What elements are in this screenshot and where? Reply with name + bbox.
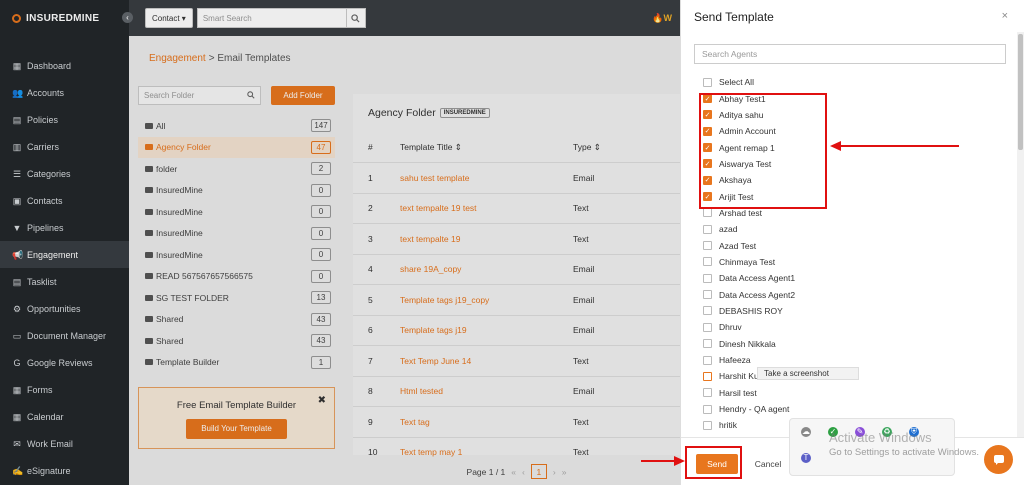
agent-checkbox-row[interactable]: Data Access Agent1 bbox=[703, 270, 795, 286]
select-all-checkbox-row[interactable]: Select All bbox=[703, 74, 795, 90]
agent-checkbox-row[interactable]: Hafeeza bbox=[703, 352, 795, 368]
agent-checkbox-row[interactable]: Harsil test bbox=[703, 385, 795, 401]
agent-checkbox-row[interactable]: hritik bbox=[703, 417, 795, 433]
agent-name: Harsil test bbox=[719, 387, 757, 398]
checkbox[interactable] bbox=[703, 224, 712, 234]
agent-name: Dhruv bbox=[719, 322, 742, 333]
checkbox[interactable] bbox=[703, 77, 712, 87]
agent-name: Hafeeza bbox=[719, 355, 751, 366]
agent-checkbox-row[interactable]: Hendry - QA agent bbox=[703, 401, 795, 417]
send-template-drawer: Send Template × Search Agents Select All… bbox=[680, 0, 1024, 485]
checkbox[interactable] bbox=[703, 404, 712, 414]
modal-overlay[interactable] bbox=[0, 0, 680, 485]
agent-name: Dinesh Nikkala bbox=[719, 338, 776, 349]
activate-windows-title: Activate Windows bbox=[829, 430, 932, 445]
agent-name: DEBASHIS ROY bbox=[719, 305, 783, 316]
search-agents-input[interactable]: Search Agents bbox=[694, 44, 1006, 64]
screenshot-tooltip: Take a screenshot bbox=[757, 367, 859, 380]
agent-checkbox-row[interactable]: Chinmaya Test bbox=[703, 254, 795, 270]
cancel-button[interactable]: Cancel bbox=[747, 454, 789, 474]
agent-name: Data Access Agent2 bbox=[719, 289, 796, 300]
agent-checkbox-row[interactable]: DEBASHIS ROY bbox=[703, 303, 795, 319]
agent-checkbox-row[interactable]: Dinesh Nikkala bbox=[703, 336, 795, 352]
teams-icon[interactable]: T bbox=[801, 453, 811, 463]
agent-name: Azad Test bbox=[719, 240, 757, 251]
checkbox[interactable] bbox=[703, 208, 712, 218]
checkbox[interactable] bbox=[703, 273, 712, 283]
annotation-arrow-agents bbox=[840, 145, 959, 147]
checkbox[interactable] bbox=[703, 306, 712, 316]
checkbox[interactable] bbox=[703, 241, 712, 251]
drawer-scrollbar-thumb[interactable] bbox=[1018, 34, 1023, 150]
checkbox[interactable] bbox=[703, 388, 712, 398]
checkbox[interactable] bbox=[703, 257, 712, 267]
checkbox[interactable] bbox=[703, 371, 712, 381]
agent-name: Hendry - QA agent bbox=[719, 404, 790, 415]
checkbox[interactable] bbox=[703, 420, 712, 430]
checkbox[interactable] bbox=[703, 339, 712, 349]
collapse-sidebar-icon[interactable]: ‹ bbox=[122, 12, 133, 23]
drawer-scrollbar[interactable] bbox=[1017, 32, 1024, 485]
agent-checkbox-row[interactable]: azad bbox=[703, 221, 795, 237]
annotation-arrowhead-agents bbox=[830, 141, 841, 151]
chat-bubble-icon[interactable] bbox=[984, 445, 1013, 474]
agent-checkbox-row[interactable]: Data Access Agent2 bbox=[703, 286, 795, 302]
agent-name: Data Access Agent1 bbox=[719, 273, 796, 284]
annotation-arrowhead-send bbox=[674, 456, 685, 466]
agent-checkbox-row[interactable]: Azad Test bbox=[703, 237, 795, 253]
agent-name: azad bbox=[719, 224, 738, 235]
drawer-title: Send Template bbox=[694, 10, 774, 24]
agent-name: Chinmaya Test bbox=[719, 256, 776, 267]
activate-windows-subtitle: Go to Settings to activate Windows. bbox=[829, 447, 979, 458]
cloud-icon[interactable]: ☁ bbox=[801, 427, 811, 437]
checkbox[interactable] bbox=[703, 322, 712, 332]
agent-checkbox-row[interactable]: Dhruv bbox=[703, 319, 795, 335]
agent-name: Arshad test bbox=[719, 207, 762, 218]
agent-name: hritik bbox=[719, 420, 737, 431]
annotation-selected-agents-box bbox=[699, 93, 827, 209]
agent-name: Select All bbox=[719, 77, 754, 88]
checkbox[interactable] bbox=[703, 290, 712, 300]
annotation-arrow-send bbox=[641, 460, 675, 462]
annotation-send-box bbox=[685, 446, 742, 479]
drawer-close-icon[interactable]: × bbox=[1002, 10, 1008, 22]
checkbox[interactable] bbox=[703, 355, 712, 365]
